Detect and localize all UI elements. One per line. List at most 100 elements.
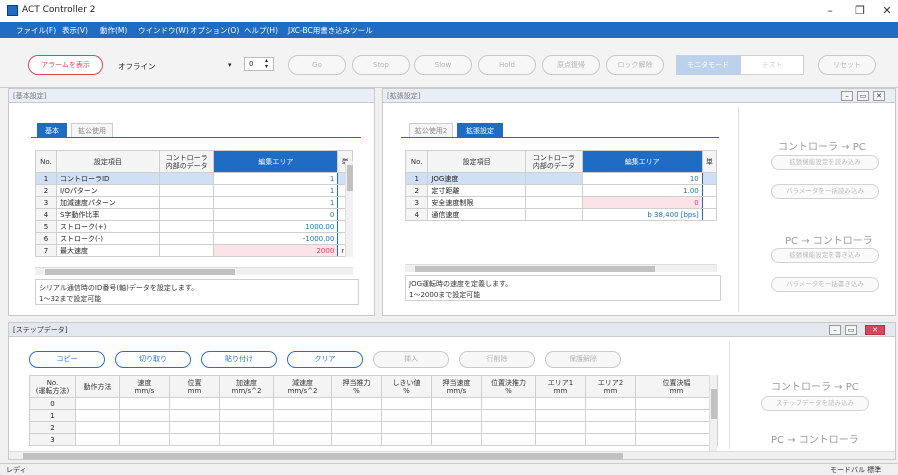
read-extended-settings-button[interactable]: 拡張機能設定を読み込み: [771, 155, 879, 170]
panel-minimize-icon[interactable]: –: [841, 91, 853, 101]
menu-view[interactable]: 表示(V): [62, 25, 88, 36]
row-edit-value[interactable]: 1: [213, 196, 339, 209]
cut-button[interactable]: 切り取り: [115, 351, 191, 368]
stepper-arrows-icon[interactable]: ▴ ▾: [265, 58, 268, 70]
table-row[interactable]: 2: [29, 421, 718, 434]
table-row[interactable]: 2 定寸距離 1.00: [404, 184, 718, 197]
table-row[interactable]: 3 安全速度制限 0: [404, 196, 718, 209]
minimize-button[interactable]: –: [820, 3, 840, 19]
table-row[interactable]: 2 I/Oパターン 1: [35, 184, 353, 197]
col-speed: 速度 mm/s: [119, 375, 170, 398]
row-edit-value[interactable]: -1000.00: [213, 232, 339, 245]
row-edit-value[interactable]: 1.00: [581, 184, 703, 197]
table-row[interactable]: 1 JOG速度 10: [404, 172, 718, 185]
step-no: 1: [29, 409, 76, 422]
extended-settings-table: No. 設定項目 コントローラ 内部のデータ 編集エリア 単 1 JOG速度 1…: [404, 150, 718, 221]
row-edit-value[interactable]: 2000: [213, 244, 339, 257]
row-edit-value[interactable]: b 38,400 [bps]: [581, 208, 703, 221]
maximize-button[interactable]: ❐: [850, 3, 870, 19]
return-origin-button[interactable]: 原点復帰: [542, 55, 600, 75]
close-button[interactable]: ✕: [877, 3, 897, 19]
scroll-thumb[interactable]: [347, 165, 353, 191]
write-extended-settings-button[interactable]: 拡張機能設定を書き込み: [771, 248, 879, 263]
hold-button[interactable]: Hold: [478, 55, 536, 75]
menu-file[interactable]: ファイル(F): [16, 25, 56, 36]
row-no: 6: [35, 232, 57, 245]
slow-button[interactable]: Slow: [414, 55, 472, 75]
row-edit-value[interactable]: 1000.00: [213, 220, 339, 233]
panel-restore-icon[interactable]: ▭: [845, 325, 857, 335]
menu-jxc-tool[interactable]: JXC-BC用書き込みツール: [288, 25, 373, 36]
side-title-controller-to-pc: コントローラ → PC: [778, 142, 866, 153]
copy-button[interactable]: コピー: [29, 351, 105, 368]
table-row[interactable]: 1: [29, 409, 718, 422]
menu-option[interactable]: オプション(O): [190, 25, 239, 36]
tab-extended-use-2[interactable]: 拡公使用2: [409, 123, 453, 138]
basic-table-vscroll[interactable]: [345, 161, 353, 257]
scroll-thumb[interactable]: [23, 453, 623, 459]
col-area1: エリア1 mm: [535, 375, 586, 398]
col-edit-area: 編集エリア: [581, 150, 703, 173]
row-controller-data: [158, 232, 215, 245]
read-all-parameters-button[interactable]: パラメータを一括読み込み: [771, 184, 879, 199]
col-in-position: 位置決幅 mm: [635, 375, 718, 398]
tab-extended-use[interactable]: 拡公使用: [71, 123, 113, 138]
table-row[interactable]: 4 S字動作比率 0: [35, 208, 353, 221]
tab-extended-settings[interactable]: 拡張設定: [457, 123, 503, 138]
panel-close-icon[interactable]: ✕: [873, 91, 885, 101]
menu-window[interactable]: ウインドウ(W): [138, 25, 189, 36]
table-row[interactable]: 6 ストローク(-) -1000.00: [35, 232, 353, 245]
row-edit-value[interactable]: 0: [581, 196, 703, 209]
go-button[interactable]: Go: [288, 55, 346, 75]
step-table-vscroll[interactable]: [709, 375, 717, 451]
clear-button[interactable]: クリア: [287, 351, 363, 368]
menu-operation[interactable]: 動作(M): [100, 25, 127, 36]
table-row[interactable]: 4 通信速度 b 38,400 [bps]: [404, 208, 718, 221]
row-edit-value[interactable]: 1: [213, 172, 339, 185]
show-alarm-button[interactable]: アラームを表示: [28, 55, 103, 75]
scroll-thumb[interactable]: [711, 389, 717, 419]
row-no: 1: [35, 172, 57, 185]
row-edit-value[interactable]: 10: [581, 172, 703, 185]
step-table-hscroll[interactable]: [9, 451, 895, 459]
row-unit: [701, 208, 718, 221]
panel-minimize-icon[interactable]: –: [829, 325, 841, 335]
scroll-thumb[interactable]: [415, 266, 655, 272]
stop-button[interactable]: Stop: [352, 55, 410, 75]
row-edit-value[interactable]: 1: [213, 184, 339, 197]
window-title: ACT Controller 2: [22, 5, 96, 15]
side-title-pc-to-controller: PC → コントローラ: [785, 236, 873, 247]
col-edit-area: 編集エリア: [213, 150, 339, 173]
reset-button[interactable]: リセット: [818, 55, 876, 75]
table-row[interactable]: 3: [29, 433, 718, 446]
menu-help[interactable]: ヘルプ(H): [244, 25, 278, 36]
paste-button[interactable]: 貼り付け: [201, 351, 277, 368]
scroll-thumb[interactable]: [45, 269, 235, 275]
unlock-button[interactable]: ロック解除: [606, 55, 664, 75]
table-row[interactable]: 1 コントローラID 1: [35, 172, 353, 185]
test-mode-tab[interactable]: テスト: [740, 55, 804, 75]
tab-basic[interactable]: 基本: [37, 123, 67, 138]
unprotect-button[interactable]: 保護解除: [545, 351, 621, 368]
panel-close-icon[interactable]: ✕: [865, 325, 885, 335]
write-all-parameters-button[interactable]: パラメータを一括書き込み: [771, 277, 879, 292]
row-controller-data: [524, 208, 583, 221]
table-row[interactable]: 7 最大速度 2000 r: [35, 244, 353, 257]
panel-restore-icon[interactable]: ▭: [857, 91, 869, 101]
delete-row-button[interactable]: 行削除: [459, 351, 535, 368]
row-no: 4: [404, 208, 429, 221]
axis-dropdown-icon[interactable]: ▾: [228, 61, 232, 69]
insert-button[interactable]: 挿入: [373, 351, 449, 368]
table-row[interactable]: 0: [29, 397, 718, 410]
basic-settings-table: No. 設定項目 コントローラ 内部のデータ 編集エリア 単 1 コントローラI…: [35, 150, 353, 257]
basic-table-hscroll[interactable]: [35, 267, 353, 275]
row-no: 3: [404, 196, 429, 209]
row-edit-value[interactable]: 0: [213, 208, 339, 221]
axis-stepper[interactable]: 0 ▴ ▾: [244, 57, 274, 71]
ext-table-hscroll[interactable]: [405, 264, 717, 272]
monitor-mode-tab[interactable]: モニタモード: [676, 55, 740, 75]
table-row[interactable]: 3 加減速度パターン 1: [35, 196, 353, 209]
table-row[interactable]: 5 ストローク(+) 1000.00: [35, 220, 353, 233]
read-step-data-button[interactable]: ステップデータを読み込み: [761, 396, 869, 411]
row-item: 安全速度制限: [427, 196, 526, 209]
